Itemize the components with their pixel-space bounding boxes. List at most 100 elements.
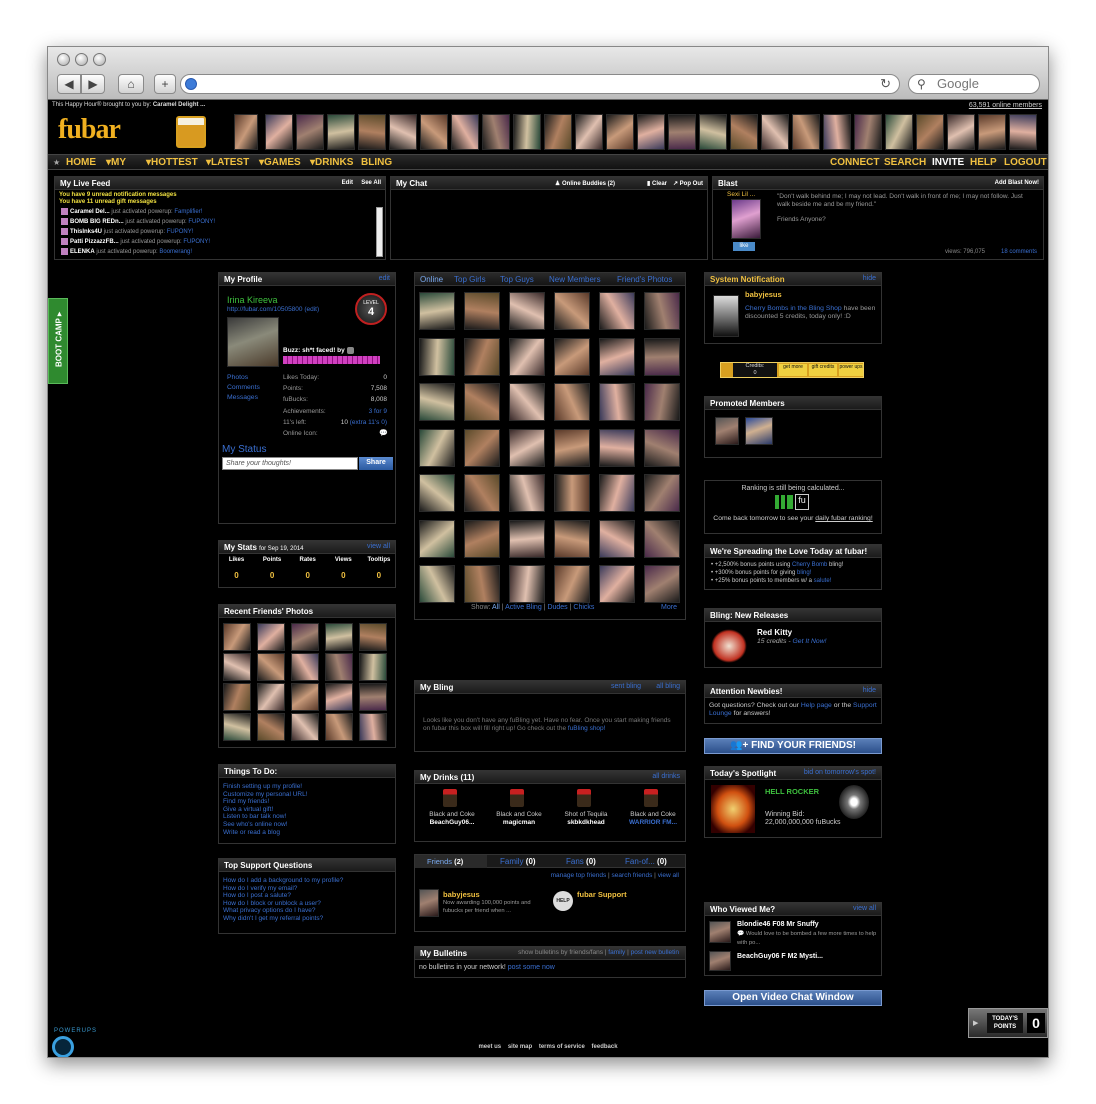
tab-fan-of[interactable]: Fan-of... (0) bbox=[625, 857, 667, 866]
recent-friend-photo[interactable] bbox=[325, 683, 353, 711]
online-members-link[interactable]: 63,591 online members bbox=[969, 102, 1042, 109]
stats-view-all-link[interactable]: view all bbox=[367, 543, 390, 550]
recent-friend-photo[interactable] bbox=[223, 683, 251, 711]
online-member-photo[interactable] bbox=[419, 292, 455, 330]
support-question[interactable]: How do I block or unblock a user? bbox=[223, 900, 343, 908]
todo-item[interactable]: Give a virtual gift! bbox=[223, 806, 308, 814]
header-member-thumb[interactable] bbox=[358, 114, 386, 150]
online-member-photo[interactable] bbox=[464, 292, 500, 330]
friend-avatar-babyjesus[interactable] bbox=[419, 889, 439, 917]
header-member-thumb[interactable] bbox=[1009, 114, 1037, 150]
header-member-thumb[interactable] bbox=[792, 114, 820, 150]
viewer-avatar-2[interactable] bbox=[709, 951, 731, 971]
feed-user[interactable]: Patti PizzazzFB... bbox=[70, 239, 119, 245]
reload-icon[interactable]: ↻ bbox=[880, 76, 891, 92]
viewer-name-2[interactable]: BeachGuy06 F M2 Mysti... bbox=[737, 953, 823, 960]
todo-item[interactable]: See who's online now! bbox=[223, 821, 308, 829]
online-member-photo[interactable] bbox=[554, 565, 590, 603]
find-your-friends-button[interactable]: 👥+ FIND YOUR FRIENDS! bbox=[704, 738, 882, 754]
nav-invite[interactable]: INVITE bbox=[932, 157, 964, 168]
online-member-photo[interactable] bbox=[419, 565, 455, 603]
filter-chicks[interactable]: Chicks bbox=[573, 604, 594, 611]
feed-user[interactable]: Caramel Del... bbox=[70, 209, 110, 215]
header-member-thumb[interactable] bbox=[916, 114, 944, 150]
online-member-photo[interactable] bbox=[644, 337, 680, 376]
online-member-photo[interactable] bbox=[554, 474, 590, 512]
online-member-photo[interactable] bbox=[644, 383, 680, 421]
sysnotif-avatar[interactable] bbox=[713, 295, 739, 337]
viewed-view-all-link[interactable]: view all bbox=[853, 905, 876, 912]
profile-link-comments[interactable]: Comments bbox=[227, 384, 260, 391]
help-badge[interactable]: HELP bbox=[553, 891, 573, 911]
nav-bling[interactable]: BLING bbox=[361, 157, 392, 168]
feed-powerup-link[interactable]: FUPONY! bbox=[183, 239, 210, 245]
recent-friend-photo[interactable] bbox=[325, 653, 353, 681]
online-member-photo[interactable] bbox=[599, 519, 635, 558]
online-member-photo[interactable] bbox=[599, 565, 635, 603]
header-member-thumb[interactable] bbox=[544, 114, 572, 150]
online-member-photo[interactable] bbox=[554, 383, 590, 421]
todo-item[interactable]: Customize my personal URL! bbox=[223, 791, 308, 799]
tab-family[interactable]: Family (0) bbox=[500, 857, 536, 866]
profile-link-photos[interactable]: Photos bbox=[227, 374, 248, 381]
red-kitty-image[interactable] bbox=[711, 629, 747, 663]
nav-drinks[interactable]: ▾DRINKS bbox=[310, 157, 353, 168]
online-member-photo[interactable] bbox=[554, 428, 590, 467]
feed-user[interactable]: ThisInks4U bbox=[70, 229, 102, 235]
header-member-thumb[interactable] bbox=[854, 114, 882, 150]
drink-from[interactable]: magicman bbox=[486, 819, 552, 826]
zoom-window-button[interactable] bbox=[93, 53, 106, 66]
todo-item[interactable]: Write or read a blog bbox=[223, 829, 308, 837]
header-member-thumb[interactable] bbox=[947, 114, 975, 150]
back-button[interactable]: ◀ bbox=[57, 74, 81, 94]
ranking-link[interactable]: daily fubar ranking! bbox=[815, 515, 872, 522]
online-member-photo[interactable] bbox=[554, 519, 590, 558]
drink-from[interactable]: skbkdkhead bbox=[553, 819, 619, 826]
tab-friends[interactable]: Friends (2) bbox=[415, 855, 487, 868]
header-member-thumb[interactable] bbox=[699, 114, 727, 150]
online-more-link[interactable]: More bbox=[661, 604, 677, 611]
manage-top-friends-link[interactable]: manage top friends bbox=[551, 872, 607, 879]
header-member-thumb[interactable] bbox=[761, 114, 789, 150]
gift-notice[interactable]: You have 11 unread gift messages bbox=[59, 199, 157, 205]
header-member-thumb[interactable] bbox=[730, 114, 758, 150]
recent-friend-photo[interactable] bbox=[291, 713, 319, 741]
nav-games[interactable]: ▾GAMES bbox=[259, 157, 301, 168]
online-member-photo[interactable] bbox=[599, 474, 635, 512]
drink-from[interactable]: WARRIOR FM... bbox=[620, 819, 686, 826]
friend-name-babyjesus[interactable]: babyjesus bbox=[443, 890, 480, 899]
header-member-thumb[interactable] bbox=[885, 114, 913, 150]
recent-friend-photo[interactable] bbox=[325, 623, 353, 651]
online-member-photo[interactable] bbox=[464, 383, 500, 421]
recent-friend-photo[interactable] bbox=[291, 623, 319, 651]
footer-terms[interactable]: terms of service bbox=[539, 1044, 585, 1050]
bling-link[interactable]: bling! bbox=[797, 570, 811, 576]
expand-arrow-icon[interactable]: ▶ bbox=[973, 1019, 978, 1027]
online-member-photo[interactable] bbox=[599, 337, 635, 376]
share-button[interactable]: Share bbox=[359, 457, 393, 470]
spotlight-name[interactable]: HELL ROCKER bbox=[765, 787, 819, 796]
get-more-credits[interactable]: get more bbox=[779, 364, 807, 376]
online-buddies-link[interactable]: ♟ Online Buddies (2) bbox=[555, 180, 615, 187]
fubar-logo[interactable]: fubar bbox=[58, 114, 121, 146]
recent-friend-photo[interactable] bbox=[257, 683, 285, 711]
header-member-thumb[interactable] bbox=[327, 114, 355, 150]
todo-item[interactable]: Listen to bar talk now! bbox=[223, 813, 308, 821]
open-video-chat-button[interactable]: Open Video Chat Window bbox=[704, 990, 882, 1006]
tab-top-guys[interactable]: Top Guys bbox=[500, 275, 534, 284]
search-friends-link[interactable]: search friends bbox=[612, 872, 653, 879]
support-question[interactable]: How do I verify my email? bbox=[223, 885, 343, 893]
nav-logout[interactable]: LOGOUT bbox=[1004, 157, 1047, 168]
header-member-thumb[interactable] bbox=[637, 114, 665, 150]
recent-friend-photo[interactable] bbox=[223, 653, 251, 681]
online-member-photo[interactable] bbox=[644, 474, 680, 512]
recent-friend-photo[interactable] bbox=[257, 713, 285, 741]
power-ups-link[interactable]: power ups bbox=[839, 364, 863, 376]
online-member-photo[interactable] bbox=[509, 383, 545, 421]
recent-friend-photo[interactable] bbox=[223, 713, 251, 741]
notification-notice[interactable]: You have 9 unread notification messages bbox=[59, 192, 177, 198]
newbies-hide-link[interactable]: hide bbox=[863, 687, 876, 694]
header-member-thumb[interactable] bbox=[668, 114, 696, 150]
support-question[interactable]: What privacy options do I have? bbox=[223, 907, 343, 915]
google-search-field[interactable]: ⚲ Google bbox=[908, 74, 1040, 94]
